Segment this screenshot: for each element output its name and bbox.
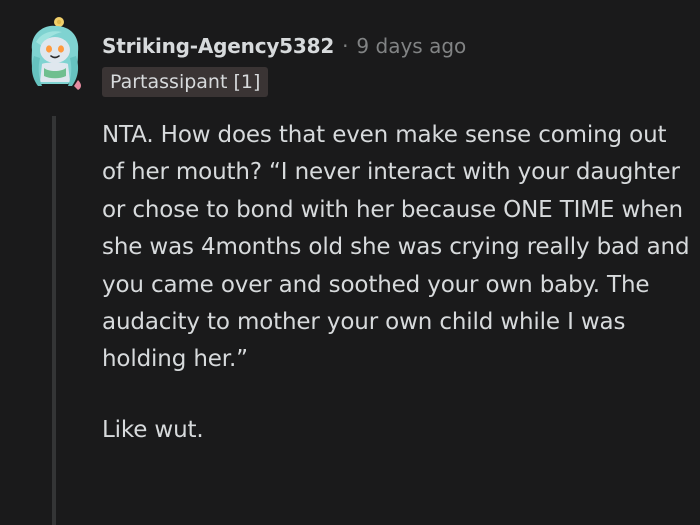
user-flair: Partassipant [1]	[102, 67, 269, 97]
meta-separator: ·	[342, 34, 349, 58]
comment-header: Striking-Agency5382 · 9 days ago	[102, 30, 466, 62]
comment-paragraph: Like wut.	[102, 416, 204, 443]
comment-body: NTA. How does that even make sense comin…	[102, 117, 692, 449]
thread-collapse-line[interactable]	[52, 116, 56, 525]
comment-paragraph: NTA. How does that even make sense comin…	[102, 122, 690, 373]
comment: Striking-Agency5382 · 9 days ago Partass…	[0, 0, 700, 525]
username-link[interactable]: Striking-Agency5382	[102, 34, 334, 58]
snoo-avatar-icon	[31, 17, 81, 90]
timestamp-link[interactable]: 9 days ago	[356, 34, 466, 58]
user-avatar[interactable]	[22, 16, 86, 90]
